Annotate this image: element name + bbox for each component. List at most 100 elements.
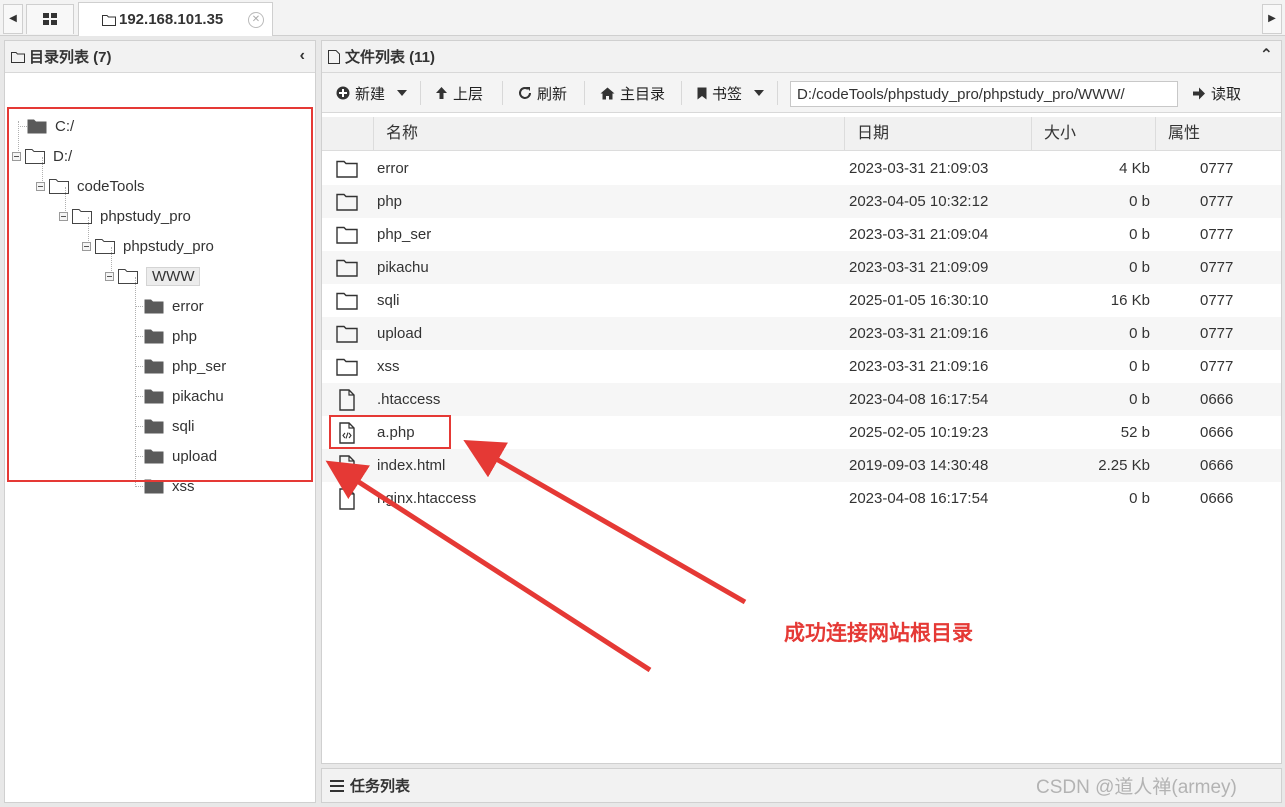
file-size: 52 b xyxy=(1120,424,1150,441)
task-panel-title: 任务列表 xyxy=(350,778,411,795)
file-row[interactable]: sqli 2025-01-05 16:30:10 16 Kb 0777 xyxy=(322,284,1281,317)
file-attr: 0666 xyxy=(1200,457,1234,474)
column-header-size[interactable]: 大小 xyxy=(1031,117,1155,151)
tab-scroll-right-button[interactable]: ▶ xyxy=(1262,4,1282,34)
bookmark-button[interactable]: 书签 xyxy=(697,81,765,105)
refresh-button[interactable]: 刷新 xyxy=(518,81,567,105)
file-name: pikachu xyxy=(377,259,429,276)
column-header-name[interactable]: 名称 xyxy=(373,117,844,151)
grid-icon xyxy=(43,13,57,25)
file-attr: 0666 xyxy=(1200,424,1234,441)
tab-host[interactable]: 192.168.101.35 ✕ xyxy=(78,2,273,36)
tab-bar: ◀ 192.168.101.35 ✕ ▶ xyxy=(0,0,1285,36)
folder-outline-icon xyxy=(336,193,358,211)
read-button[interactable]: 读取 xyxy=(1192,81,1241,105)
file-attr: 0666 xyxy=(1200,490,1234,507)
plus-circle-icon xyxy=(336,86,350,100)
file-date: 2025-01-05 16:30:10 xyxy=(849,292,989,309)
toolbar-divider xyxy=(420,81,421,105)
file-row[interactable]: xss 2023-03-31 21:09:16 0 b 0777 xyxy=(322,350,1281,383)
folder-outline-icon xyxy=(336,358,358,376)
folder-outline-icon xyxy=(336,259,358,277)
folder-outline-icon xyxy=(336,226,358,244)
file-icon xyxy=(339,389,355,411)
file-size: 4 Kb xyxy=(1119,160,1150,177)
close-icon[interactable]: ✕ xyxy=(248,12,264,28)
file-panel: 文件列表 (11) ⌃ 新建 上层 刷新 主目录 书签 D:/codeTools… xyxy=(321,40,1282,764)
file-attr: 0777 xyxy=(1200,325,1234,342)
column-header-date[interactable]: 日期 xyxy=(844,117,1031,151)
file-row[interactable]: upload 2023-03-31 21:09:16 0 b 0777 xyxy=(322,317,1281,350)
refresh-icon xyxy=(518,86,532,100)
refresh-button-label: 刷新 xyxy=(537,85,568,103)
file-row[interactable]: php 2023-04-05 10:32:12 0 b 0777 xyxy=(322,185,1281,218)
file-name: php_ser xyxy=(377,226,432,243)
up-button[interactable]: 上层 xyxy=(435,81,483,105)
file-size: 0 b xyxy=(1129,325,1150,342)
file-name: index.html xyxy=(377,457,446,474)
read-button-label: 读取 xyxy=(1211,85,1242,103)
tab-scroll-left-button[interactable]: ◀ xyxy=(3,4,23,34)
toolbar-divider xyxy=(681,81,682,105)
file-date: 2023-03-31 21:09:16 xyxy=(849,358,989,375)
home-button-label: 主目录 xyxy=(620,85,666,103)
file-row[interactable]: error 2023-03-31 21:09:03 4 Kb 0777 xyxy=(322,152,1281,185)
file-icon xyxy=(328,49,340,64)
folder-outline-icon xyxy=(336,160,358,178)
file-date: 2023-04-08 16:17:54 xyxy=(849,490,989,507)
arrow-up-icon xyxy=(435,86,448,100)
file-size: 0 b xyxy=(1129,259,1150,276)
path-input[interactable] xyxy=(790,81,1178,107)
file-name: sqli xyxy=(377,292,400,309)
file-date: 2019-09-03 14:30:48 xyxy=(849,457,989,474)
file-row[interactable]: pikachu 2023-03-31 21:09:09 0 b 0777 xyxy=(322,251,1281,284)
file-size: 0 b xyxy=(1129,358,1150,375)
toolbar-divider xyxy=(584,81,585,105)
file-row[interactable]: nginx.htaccess 2023-04-08 16:17:54 0 b 0666 xyxy=(322,482,1281,515)
file-name: .htaccess xyxy=(377,391,441,408)
list-icon xyxy=(330,779,344,792)
caret-down-icon xyxy=(754,90,765,96)
column-header-attr[interactable]: 属性 xyxy=(1155,117,1281,151)
toolbar-divider xyxy=(502,81,503,105)
file-attr: 0777 xyxy=(1200,292,1234,309)
bookmark-icon xyxy=(697,87,707,100)
highlight-box-tree xyxy=(7,107,313,482)
file-attr: 0777 xyxy=(1200,226,1234,243)
file-toolbar: 新建 上层 刷新 主目录 书签 读取 xyxy=(322,73,1281,113)
file-date: 2023-03-31 21:09:04 xyxy=(849,226,989,243)
up-button-label: 上层 xyxy=(453,85,484,103)
folder-outline-icon xyxy=(336,325,358,343)
folder-outline-icon xyxy=(11,51,25,63)
file-grid-header: 名称 日期 大小 属性 xyxy=(322,117,1281,151)
directory-panel-header: 目录列表 (7) ‹ xyxy=(5,41,315,73)
tab-home-button[interactable] xyxy=(26,4,74,34)
file-row[interactable]: .htaccess 2023-04-08 16:17:54 0 b 0666 xyxy=(322,383,1281,416)
toolbar-divider xyxy=(777,81,778,105)
directory-panel-title: 目录列表 (7) xyxy=(29,49,112,66)
new-button[interactable]: 新建 xyxy=(336,81,408,105)
file-date: 2023-03-31 21:09:03 xyxy=(849,160,989,177)
arrow-right-icon xyxy=(1192,87,1206,100)
highlight-box-file xyxy=(329,415,451,449)
file-size: 0 b xyxy=(1129,391,1150,408)
file-attr: 0777 xyxy=(1200,259,1234,276)
chevron-up-icon[interactable]: ⌃ xyxy=(1260,45,1273,65)
file-icon xyxy=(339,488,355,510)
file-name: error xyxy=(377,160,409,177)
home-button[interactable]: 主目录 xyxy=(600,81,665,105)
file-panel-header: 文件列表 (11) ⌃ xyxy=(322,41,1281,73)
file-size: 2.25 Kb xyxy=(1098,457,1150,474)
file-date: 2023-03-31 21:09:09 xyxy=(849,259,989,276)
file-row[interactable]: a.php 2025-02-05 10:19:23 52 b 0666 xyxy=(322,416,1281,449)
home-icon xyxy=(600,87,615,100)
file-date: 2023-04-08 16:17:54 xyxy=(849,391,989,408)
file-name: nginx.htaccess xyxy=(377,490,477,507)
file-attr: 0777 xyxy=(1200,160,1234,177)
bookmark-button-label: 书签 xyxy=(712,85,743,103)
chevron-left-icon[interactable]: ‹ xyxy=(300,47,305,65)
file-row[interactable]: php_ser 2023-03-31 21:09:04 0 b 0777 xyxy=(322,218,1281,251)
file-name: upload xyxy=(377,325,423,342)
file-attr: 0777 xyxy=(1200,358,1234,375)
file-row[interactable]: index.html 2019-09-03 14:30:48 2.25 Kb 0666 xyxy=(322,449,1281,482)
